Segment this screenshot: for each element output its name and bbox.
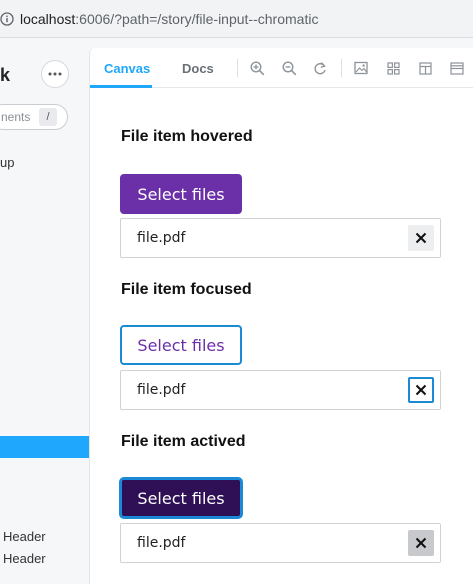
close-icon: [415, 384, 427, 396]
select-files-label: Select files: [137, 184, 225, 204]
zoom-in-icon[interactable]: [249, 60, 265, 76]
active-tab-indicator: [90, 85, 152, 88]
sidebar-group-label[interactable]: up: [0, 155, 14, 170]
search-placeholder: nents: [1, 110, 31, 124]
file-name: file.pdf: [137, 535, 186, 551]
select-files-button[interactable]: Select files: [120, 325, 242, 365]
remove-file-button[interactable]: [408, 377, 434, 403]
close-icon: [415, 232, 427, 244]
select-files-button[interactable]: Select files: [120, 478, 242, 518]
address-bar[interactable]: localhost:6006/?path=/story/file-input--…: [0, 0, 473, 38]
sidebar-item-header[interactable]: Header: [3, 551, 46, 566]
zoom-out-icon[interactable]: [281, 60, 297, 76]
tab-canvas-label: Canvas: [104, 60, 151, 76]
sidebar-menu-button[interactable]: [41, 60, 69, 88]
more-icon: [48, 72, 62, 76]
story-title-actived: File item actived: [121, 433, 246, 450]
select-files-label: Select files: [137, 335, 225, 355]
toolbar-divider: [341, 59, 342, 77]
story-title-hovered: File item hovered: [121, 128, 253, 145]
search-shortcut-badge: /: [39, 108, 57, 126]
file-item: file.pdf: [120, 218, 441, 258]
url-host: localhost: [20, 10, 76, 27]
file-name: file.pdf: [137, 230, 186, 246]
close-icon: [415, 537, 427, 549]
grid-icon[interactable]: [385, 60, 401, 76]
story-title-focused: File item focused: [121, 281, 252, 298]
select-files-button[interactable]: Select files: [120, 174, 242, 214]
remove-file-button[interactable]: [408, 530, 434, 556]
select-files-label: Select files: [137, 488, 225, 508]
file-item: file.pdf: [120, 523, 441, 563]
sidebar: k nents / up Header Header: [0, 38, 89, 584]
reset-zoom-icon[interactable]: [312, 60, 328, 76]
sidebar-item-active[interactable]: [0, 436, 89, 458]
file-name: file.pdf: [137, 382, 186, 398]
remove-file-button[interactable]: [408, 225, 434, 251]
file-item: file.pdf: [120, 370, 441, 410]
toolbar: Canvas Docs: [90, 48, 473, 88]
brand-logo[interactable]: k: [0, 65, 10, 86]
viewport-icon[interactable]: [417, 60, 433, 76]
background-icon[interactable]: [353, 60, 369, 76]
tab-docs[interactable]: Docs: [182, 48, 214, 88]
tab-docs-label: Docs: [182, 60, 214, 76]
site-info-icon[interactable]: [0, 11, 14, 26]
url-path: :6006/?path=/story/file-input--chromatic: [75, 10, 319, 27]
sidebar-item-header[interactable]: Header: [3, 529, 46, 544]
tab-canvas[interactable]: Canvas: [104, 48, 150, 88]
outline-icon[interactable]: [449, 60, 465, 76]
toolbar-divider: [237, 59, 238, 77]
sidebar-search-input[interactable]: nents: [0, 104, 68, 130]
canvas-panel: Canvas Docs File item hovered Select fil…: [89, 48, 473, 584]
